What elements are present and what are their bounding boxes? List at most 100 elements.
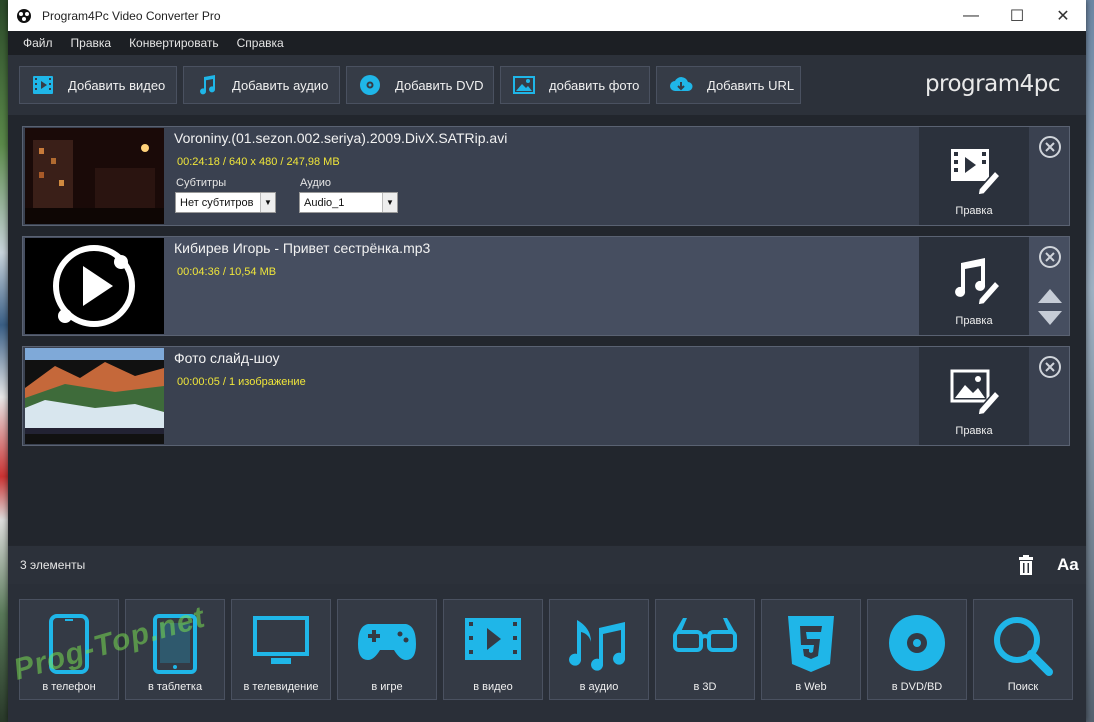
close-window-button[interactable]: ✕ <box>1040 0 1086 31</box>
file-meta: 00:04:36 / 10,54 MB <box>177 266 277 278</box>
photo-thumbnail <box>25 348 164 444</box>
edit-button[interactable]: Правка <box>919 127 1029 225</box>
audio-thumbnail <box>25 238 164 334</box>
remove-item-icon[interactable] <box>1038 355 1062 379</box>
category-web[interactable]: в Web <box>761 599 861 700</box>
add-video-label: Добавить видео <box>68 77 166 93</box>
file-item[interactable]: Voroniny.(01.sezon.002.seriya).2009.DivX… <box>22 126 1070 226</box>
add-audio-label: Добавить аудио <box>232 77 329 93</box>
output-category-bar: в телефон в таблетка в телевидение в игр… <box>8 584 1086 722</box>
category-label: в 3D <box>693 681 717 693</box>
category-tablet[interactable]: в таблетка <box>125 599 225 700</box>
music-icon <box>569 620 626 671</box>
file-name: Voroniny.(01.sezon.002.seriya).2009.DivX… <box>174 130 508 146</box>
audio-label: Аудио <box>300 177 332 189</box>
edit-label: Правка <box>955 315 993 327</box>
subtitles-select[interactable]: Нет субтитров ▼ <box>175 192 276 213</box>
window-title: Program4Pc Video Converter Pro <box>42 8 221 23</box>
category-label: в DVD/BD <box>891 681 943 693</box>
status-bar: 3 элементы Aa <box>8 546 1086 584</box>
category-label: в аудио <box>579 681 619 693</box>
category-3d[interactable]: в 3D <box>655 599 755 700</box>
add-audio-button[interactable]: Добавить аудио <box>183 66 340 104</box>
item-count: 3 элементы <box>20 558 86 572</box>
menu-help[interactable]: Справка <box>228 36 293 50</box>
move-up-icon[interactable] <box>1037 287 1063 305</box>
toolbar: Добавить видео Добавить аудио Добавить D… <box>8 55 1086 116</box>
app-logo-icon <box>17 8 31 23</box>
file-item[interactable]: Кибирев Игорь - Привет сестрёнка.mp3 00:… <box>22 236 1070 336</box>
maximize-button[interactable]: ☐ <box>994 0 1040 31</box>
menu-convert[interactable]: Конвертировать <box>120 36 228 50</box>
minimize-button[interactable]: — <box>948 0 994 31</box>
remove-item-icon[interactable] <box>1038 245 1062 269</box>
audio-select[interactable]: Audio_1 ▼ <box>299 192 398 213</box>
image-icon <box>513 76 535 94</box>
reorder-controls <box>1037 287 1063 327</box>
disc-icon <box>889 615 945 671</box>
audio-edit-icon <box>955 258 1001 305</box>
category-audio[interactable]: в аудио <box>549 599 649 700</box>
font-size-button[interactable]: Aa <box>1057 555 1079 575</box>
cloud-download-icon <box>670 77 693 91</box>
app-window: Program4Pc Video Converter Pro — ☐ ✕ Фай… <box>8 0 1086 722</box>
category-label: Поиск <box>1007 681 1039 693</box>
add-url-button[interactable]: Добавить URL <box>656 66 801 104</box>
file-name: Фото слайд-шоу <box>174 350 280 366</box>
category-phone[interactable]: в телефон <box>19 599 119 700</box>
dropdown-arrow-icon: ▼ <box>260 193 275 212</box>
video-thumbnail <box>25 128 164 224</box>
category-tv[interactable]: в телевидение <box>231 599 331 700</box>
add-photo-label: добавить фото <box>549 77 640 93</box>
play-icon <box>53 245 135 327</box>
edit-label: Правка <box>955 425 993 437</box>
subtitles-label: Субтитры <box>176 177 227 189</box>
move-down-icon[interactable] <box>1037 309 1063 327</box>
file-list: Voroniny.(01.sezon.002.seriya).2009.DivX… <box>8 115 1086 545</box>
photo-edit-icon <box>950 369 1001 415</box>
gamepad-icon <box>358 624 416 660</box>
film-icon <box>33 76 53 94</box>
file-name: Кибирев Игорь - Привет сестрёнка.mp3 <box>174 240 431 256</box>
edit-button[interactable]: Правка <box>919 347 1029 445</box>
dropdown-arrow-icon: ▼ <box>382 193 397 212</box>
category-label: в телевидение <box>243 681 319 693</box>
file-item[interactable]: Фото слайд-шоу 00:00:05 / 1 изображение … <box>22 346 1070 446</box>
file-meta: 00:24:18 / 640 x 480 / 247,98 MB <box>177 156 340 168</box>
category-dvd[interactable]: в DVD/BD <box>867 599 967 700</box>
category-video[interactable]: в видео <box>443 599 543 700</box>
add-photo-button[interactable]: добавить фото <box>500 66 650 104</box>
category-label: в видео <box>473 681 513 693</box>
menu-edit[interactable]: Правка <box>62 36 121 50</box>
category-label: в телефон <box>42 681 96 693</box>
menu-bar: Файл Правка Конвертировать Справка <box>8 31 1086 55</box>
tablet-icon <box>153 614 197 674</box>
subtitles-value: Нет субтитров <box>180 197 254 209</box>
add-video-button[interactable]: Добавить видео <box>19 66 177 104</box>
add-dvd-button[interactable]: Добавить DVD <box>346 66 494 104</box>
audio-value: Audio_1 <box>304 197 345 209</box>
menu-file[interactable]: Файл <box>14 36 62 50</box>
video-edit-icon <box>951 149 1001 195</box>
disc-icon <box>360 75 380 95</box>
file-meta: 00:00:05 / 1 изображение <box>177 376 306 388</box>
html5-icon <box>788 616 834 672</box>
music-note-icon <box>200 75 216 95</box>
edit-label: Правка <box>955 205 993 217</box>
desktop-background <box>0 0 8 722</box>
edit-button[interactable]: Правка <box>919 237 1029 335</box>
category-label: в таблетка <box>147 681 203 693</box>
category-search[interactable]: Поиск <box>973 599 1073 700</box>
category-label: в игре <box>371 681 403 693</box>
3d-glasses-icon <box>673 618 737 652</box>
brand-logo: program4pc <box>924 71 1061 97</box>
video-icon <box>465 618 521 660</box>
search-icon <box>994 617 1053 676</box>
title-bar: Program4Pc Video Converter Pro — ☐ ✕ <box>8 0 1086 31</box>
remove-item-icon[interactable] <box>1038 135 1062 159</box>
category-game[interactable]: в игре <box>337 599 437 700</box>
tv-icon <box>253 616 309 664</box>
add-url-label: Добавить URL <box>707 77 795 93</box>
trash-icon[interactable] <box>1018 555 1034 575</box>
add-dvd-label: Добавить DVD <box>395 77 484 93</box>
